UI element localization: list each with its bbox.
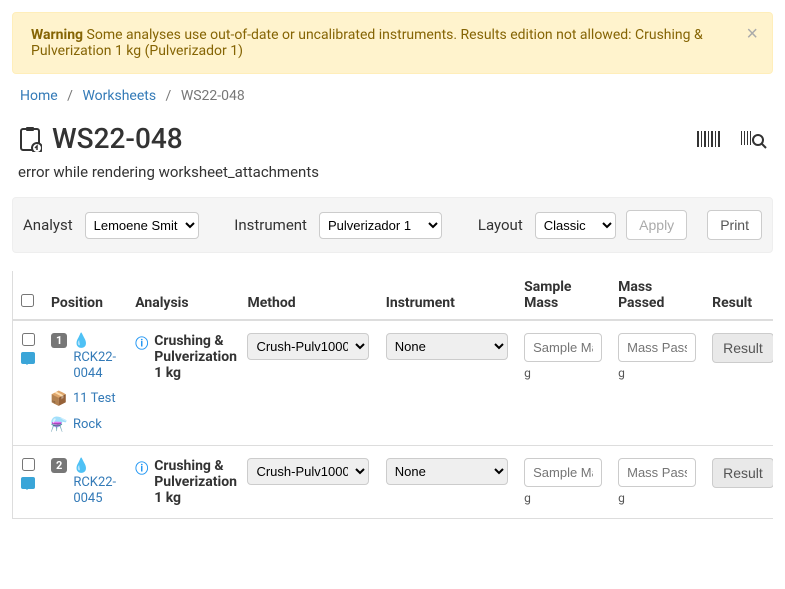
row-instrument-select[interactable]: None: [386, 458, 508, 485]
toolbar: Analyst Lemoene Smit Instrument Pulveriz…: [12, 197, 773, 253]
type-icon: ⚗️: [51, 417, 67, 433]
analyst-select[interactable]: Lemoene Smit: [85, 212, 199, 239]
comment-icon[interactable]: [21, 352, 35, 364]
mass-passed-input[interactable]: [618, 333, 696, 362]
sample-mass-input[interactable]: [524, 458, 602, 487]
table-row: 1 💧 RCK22-0044 📦 11 Test ⚗️ Rock ⓘCrushi…: [13, 320, 774, 446]
col-method: Method: [239, 271, 377, 320]
title-text: WS22-048: [52, 122, 183, 155]
info-icon[interactable]: ⓘ: [135, 458, 148, 506]
clipboard-icon: [18, 126, 42, 152]
unit-label: g: [618, 491, 696, 505]
position-badge: 2: [51, 458, 67, 473]
position-badge: 1: [51, 333, 67, 348]
barcode-search-icon[interactable]: [741, 129, 767, 149]
layout-label: Layout: [478, 216, 523, 234]
print-button[interactable]: Print: [707, 210, 762, 240]
method-select[interactable]: Crush-Pulv1000: [247, 333, 369, 360]
sample-mass-input[interactable]: [524, 333, 602, 362]
apply-button[interactable]: Apply: [626, 210, 687, 240]
warning-label: Warning: [31, 27, 83, 43]
col-position: Position: [43, 271, 127, 320]
page-title: WS22-048: [18, 122, 697, 155]
col-analysis: Analysis: [127, 271, 239, 320]
comment-icon[interactable]: [21, 477, 35, 489]
results-table: Position Analysis Method Instrument Samp…: [12, 271, 773, 519]
col-instrument: Instrument: [378, 271, 516, 320]
table-row: 2 💧 RCK22-0045 ⓘCrushing & Pulverization…: [13, 446, 774, 519]
batch-link[interactable]: 11 Test: [73, 391, 116, 406]
breadcrumb-current: WS22-048: [181, 88, 245, 104]
instrument-select[interactable]: Pulverizador 1: [319, 212, 442, 239]
layout-select[interactable]: Classic: [535, 212, 616, 239]
analysis-name: Crushing & Pulverization 1 kg: [154, 333, 237, 381]
breadcrumb-worksheets[interactable]: Worksheets: [82, 88, 156, 104]
row-checkbox[interactable]: [22, 458, 35, 471]
instrument-label: Instrument: [234, 216, 307, 234]
row-checkbox[interactable]: [22, 333, 35, 346]
unit-label: g: [524, 491, 602, 505]
breadcrumb-sep: /: [67, 88, 73, 104]
breadcrumb-home[interactable]: Home: [20, 88, 58, 104]
sample-link[interactable]: RCK22-0044: [73, 350, 116, 381]
analyst-label: Analyst: [23, 216, 73, 234]
sample-icon: 💧: [73, 333, 89, 349]
col-mass-passed: Mass Passed: [610, 271, 704, 320]
info-icon[interactable]: ⓘ: [135, 333, 148, 381]
unit-label: g: [524, 366, 602, 380]
close-alert-button[interactable]: ×: [746, 23, 758, 46]
warning-alert: Warning Some analyses use out-of-date or…: [12, 12, 773, 74]
mass-passed-input[interactable]: [618, 458, 696, 487]
result-button[interactable]: Result: [712, 333, 773, 363]
col-sample-mass: Sample Mass: [516, 271, 610, 320]
result-button[interactable]: Result: [712, 458, 773, 488]
sample-link[interactable]: RCK22-0045: [73, 475, 116, 506]
select-all-checkbox[interactable]: [21, 294, 34, 307]
sample-icon: 💧: [73, 458, 89, 474]
warning-text: Some analyses use out-of-date or uncalib…: [31, 27, 703, 59]
batch-icon: 📦: [51, 391, 67, 407]
method-select[interactable]: Crush-Pulv1000: [247, 458, 369, 485]
render-error: error while rendering worksheet_attachme…: [0, 155, 785, 189]
row-instrument-select[interactable]: None: [386, 333, 508, 360]
col-result: Result: [704, 271, 773, 320]
barcode-icon[interactable]: [697, 129, 723, 149]
type-link[interactable]: Rock: [73, 417, 102, 432]
analysis-name: Crushing & Pulverization 1 kg: [154, 458, 237, 506]
breadcrumb: Home / Worksheets / WS22-048: [0, 74, 785, 118]
breadcrumb-sep: /: [166, 88, 172, 104]
unit-label: g: [618, 366, 696, 380]
